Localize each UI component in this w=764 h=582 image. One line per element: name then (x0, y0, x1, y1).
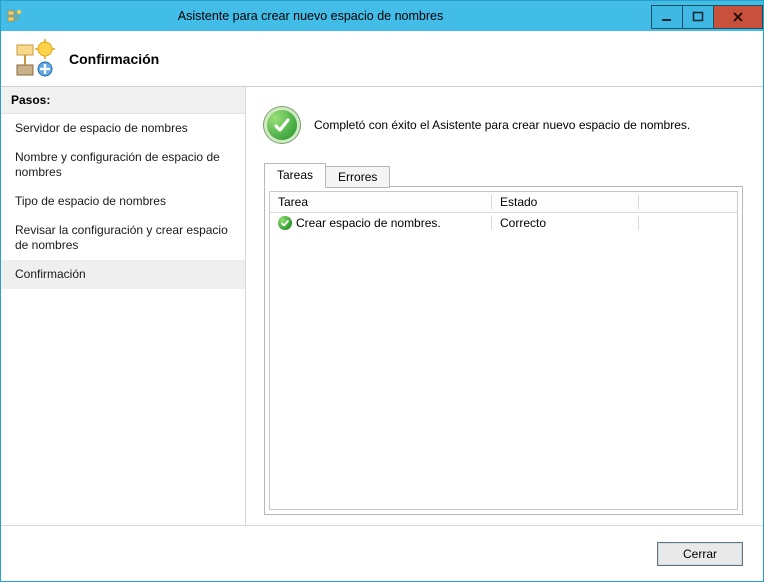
task-row[interactable]: Crear espacio de nombres. Correcto (270, 213, 737, 233)
step-name-config[interactable]: Nombre y configuración de espacio de nom… (1, 143, 245, 187)
steps-sidebar: Pasos: Servidor de espacio de nombres No… (1, 87, 246, 525)
task-success-icon (278, 216, 292, 230)
column-task[interactable]: Tarea (270, 193, 492, 211)
column-spacer (639, 200, 737, 204)
success-icon (264, 107, 300, 143)
wizard-footer: Cerrar (1, 525, 763, 581)
wizard-main: Completó con éxito el Asistente para cre… (246, 87, 763, 525)
close-button[interactable] (713, 5, 763, 29)
wizard-header-icon (15, 39, 55, 79)
tab-tasks[interactable]: Tareas (264, 163, 326, 187)
step-server[interactable]: Servidor de espacio de nombres (1, 114, 245, 143)
window-title: Asistente para crear nuevo espacio de no… (0, 9, 652, 23)
step-confirmation[interactable]: Confirmación (1, 260, 245, 289)
titlebar: Asistente para crear nuevo espacio de no… (1, 1, 763, 31)
wizard-window: Asistente para crear nuevo espacio de no… (0, 0, 764, 582)
listview-header: Tarea Estado (270, 192, 737, 213)
tabstrip: Tareas Errores (264, 163, 743, 187)
close-wizard-button[interactable]: Cerrar (657, 542, 743, 566)
tasks-listview[interactable]: Tarea Estado Crear espacio de nombres. (269, 191, 738, 510)
task-name: Crear espacio de nombres. (296, 216, 441, 230)
step-review[interactable]: Revisar la configuración y crear espacio… (1, 216, 245, 260)
steps-header: Pasos: (1, 87, 245, 114)
wizard-body: Pasos: Servidor de espacio de nombres No… (1, 87, 763, 525)
tab-errors[interactable]: Errores (325, 166, 390, 188)
status-message: Completó con éxito el Asistente para cre… (314, 118, 690, 132)
step-type[interactable]: Tipo de espacio de nombres (1, 187, 245, 216)
status-row: Completó con éxito el Asistente para cre… (264, 107, 743, 143)
column-status[interactable]: Estado (492, 193, 639, 211)
maximize-button[interactable] (682, 5, 714, 29)
wizard-step-title: Confirmación (69, 51, 159, 67)
task-status: Correcto (500, 216, 546, 230)
wizard-header: Confirmación (1, 31, 763, 87)
window-controls (652, 5, 763, 27)
minimize-button[interactable] (651, 5, 683, 29)
tab-panel-tasks: Tarea Estado Crear espacio de nombres. (264, 186, 743, 515)
